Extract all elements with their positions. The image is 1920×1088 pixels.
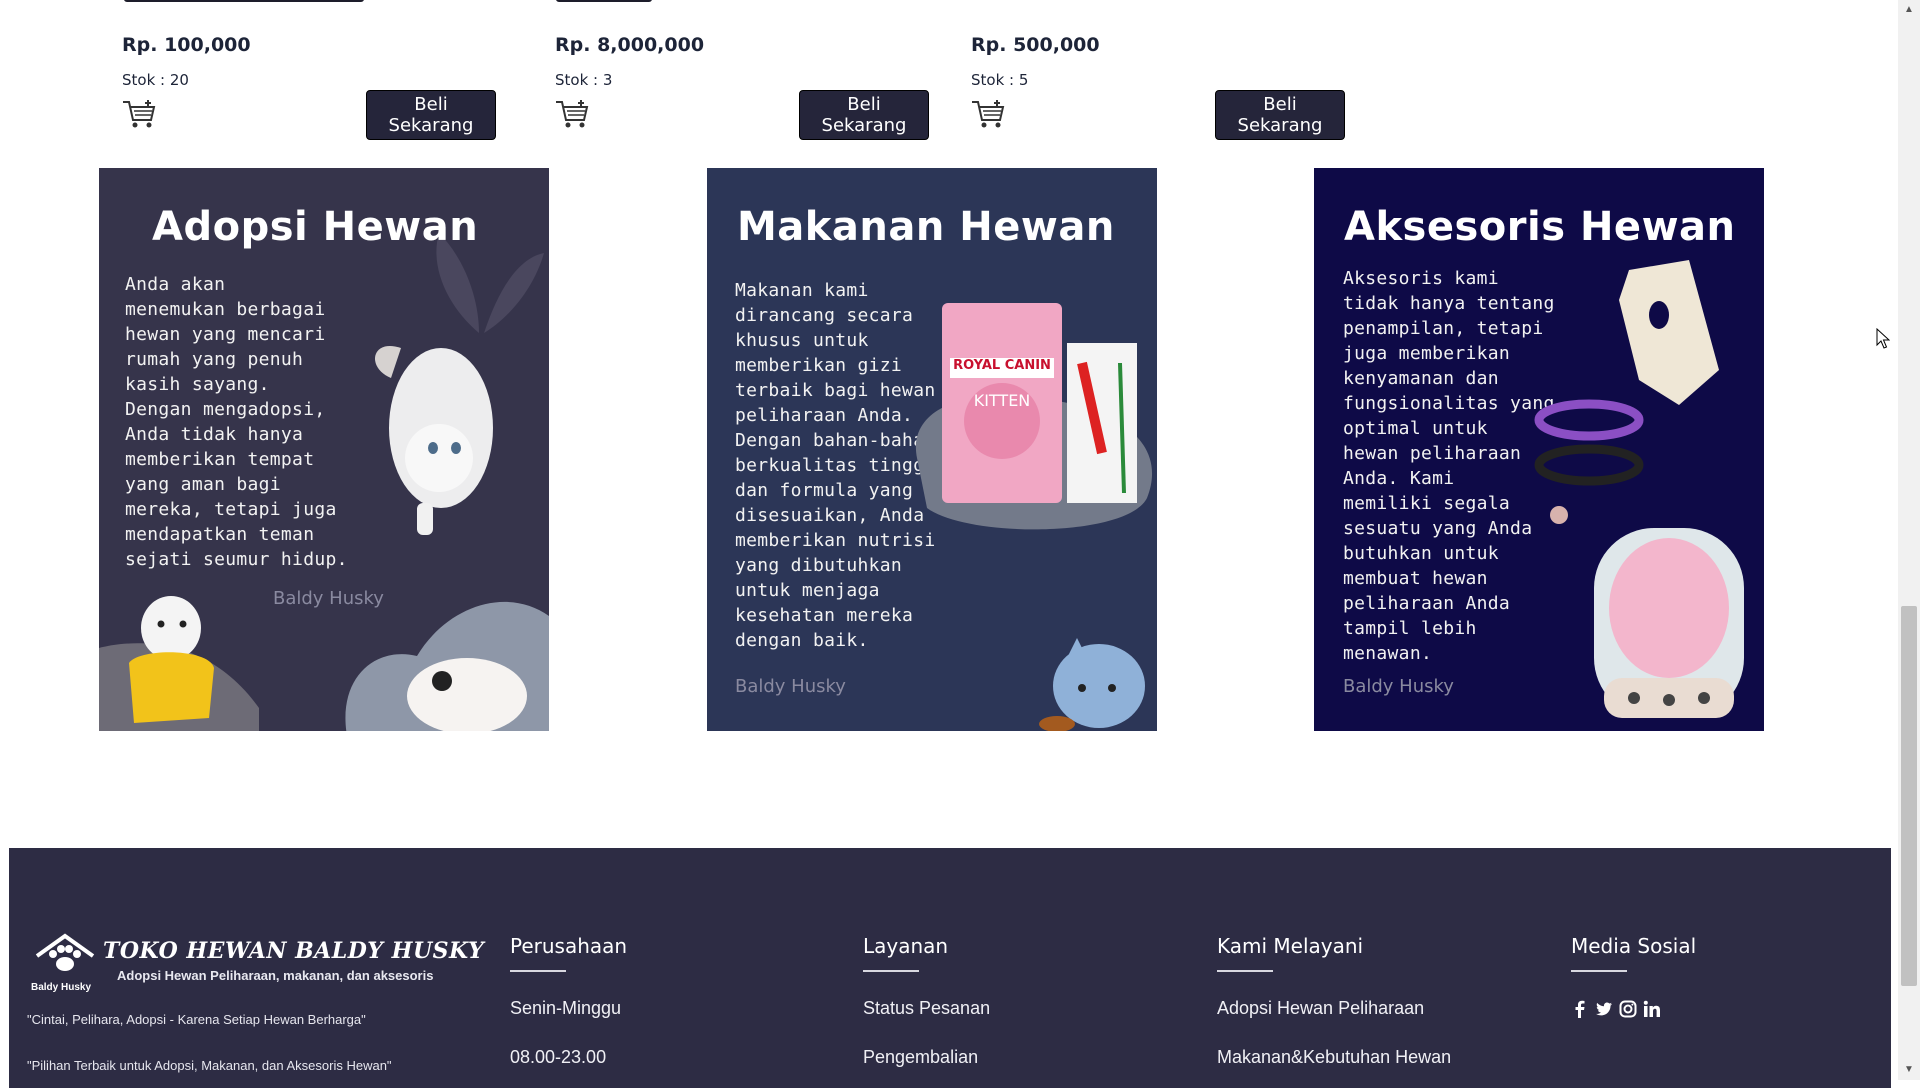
- product-stock: Stok : 20: [122, 71, 189, 89]
- footer-heading: Perusahaan: [510, 934, 628, 958]
- buy-now-button[interactable]: Beli Sekarang: [366, 90, 496, 140]
- add-to-cart-icon[interactable]: [121, 98, 157, 130]
- product-price: Rp. 100,000: [122, 34, 251, 56]
- banner-makanan-hewan: Makanan Hewan Makanan kami dirancang sec…: [707, 168, 1157, 731]
- scroll-up-arrow-icon[interactable]: ▲: [1903, 4, 1915, 16]
- heading-underline: [863, 970, 919, 972]
- pack-brand: ROYAL CANIN: [953, 358, 1051, 373]
- banner-aksesoris-hewan: Aksesoris Hewan Aksesoris kami tidak han…: [1314, 168, 1764, 731]
- product-stock: Stok : 3: [555, 71, 613, 89]
- footer-link-makanan[interactable]: Makanan&Kebutuhan Hewan: [1217, 1047, 1451, 1068]
- cat-image: [374, 345, 493, 535]
- instagram-icon[interactable]: [1619, 1000, 1637, 1018]
- footer-link-adopsi[interactable]: Adopsi Hewan Peliharaan: [1217, 998, 1424, 1019]
- watermark: Baldy Husky: [735, 676, 846, 697]
- footer-link-status-pesanan[interactable]: Status Pesanan: [863, 998, 990, 1019]
- pet-backpack-image: [1594, 528, 1744, 718]
- social-icons: [1571, 1000, 1661, 1018]
- add-to-cart-icon[interactable]: [554, 98, 590, 130]
- pack-label: KITTEN: [973, 391, 1031, 410]
- footer-col-layanan: Layanan Status Pesanan Pengembalian: [863, 934, 990, 1067]
- footer-heading: Kami Melayani: [1217, 934, 1364, 958]
- banner-title: Aksesoris Hewan: [1344, 204, 1736, 250]
- product-price: Rp. 8,000,000: [555, 34, 705, 56]
- heading-underline: [1571, 970, 1627, 972]
- banner-adopsi-hewan: Adopsi Hewan Anda akan menemukan berbaga…: [99, 168, 549, 731]
- facebook-icon[interactable]: [1571, 1000, 1589, 1018]
- jacket-image: [1619, 260, 1719, 405]
- footer-col-perusahaan: Perusahaan Senin-Minggu 08.00-23.00: [510, 934, 628, 1067]
- mouse-cursor-icon: [1876, 328, 1890, 349]
- footer-link-pengembalian[interactable]: Pengembalian: [863, 1047, 978, 1068]
- footer-heading: Layanan: [863, 934, 949, 958]
- twitter-icon[interactable]: [1595, 1000, 1613, 1018]
- dog-image: [99, 596, 259, 731]
- vertical-scrollbar[interactable]: ▲ ▼: [1898, 0, 1920, 1080]
- product-stock: Stok : 5: [971, 71, 1029, 89]
- add-to-cart-icon[interactable]: [970, 98, 1006, 130]
- footer-heading: Media Sosial: [1571, 934, 1697, 958]
- linkedin-icon[interactable]: [1643, 1000, 1661, 1018]
- buy-now-button[interactable]: Beli Sekarang: [799, 90, 929, 140]
- scroll-down-arrow-icon[interactable]: ▼: [1903, 1064, 1915, 1076]
- buy-now-button[interactable]: Beli Sekarang: [1215, 90, 1345, 140]
- product-title-cut-1: [124, 0, 364, 2]
- product-title-cut-2: [556, 0, 652, 2]
- scrollbar-thumb[interactable]: [1901, 606, 1917, 986]
- footer-quote-1: "Cintai, Pelihara, Adopsi - Karena Setia…: [27, 1012, 366, 1027]
- footer-hours-time: 08.00-23.00: [510, 1047, 607, 1067]
- footer-logo[interactable]: TOKO HEWAN BALDY HUSKY Adopsi Hewan Peli…: [27, 932, 484, 993]
- watermark: Baldy Husky: [1343, 676, 1454, 697]
- banner-title: Makanan Hewan: [737, 204, 1115, 250]
- logo-title: TOKO HEWAN BALDY HUSKY: [103, 938, 485, 964]
- banner-text: Anda akan menemukan berbagai hewan yang …: [125, 274, 348, 570]
- site-footer: TOKO HEWAN BALDY HUSKY Adopsi Hewan Peli…: [9, 848, 1891, 1088]
- banner-title: Adopsi Hewan: [152, 204, 479, 250]
- collar-image: [1534, 399, 1644, 524]
- banner-text: Aksesoris kami tidak hanya tentang penam…: [1343, 268, 1555, 664]
- logo-subtitle: Adopsi Hewan Peliharaan, makanan, dan ak…: [117, 968, 434, 983]
- footer-col-media-sosial: Media Sosial: [1571, 934, 1697, 1018]
- cat-cartoon: [1039, 638, 1145, 731]
- footer-quote-2: "Pilihan Terbaik untuk Adopsi, Makanan, …: [27, 1058, 392, 1073]
- watermark: Baldy Husky: [273, 588, 384, 609]
- paw-logo-icon: [35, 933, 95, 971]
- product-price: Rp. 500,000: [971, 34, 1100, 56]
- footer-col-kami-melayani: Kami Melayani Adopsi Hewan Peliharaan Ma…: [1217, 934, 1451, 1067]
- heading-underline: [510, 970, 566, 972]
- footer-hours-days: Senin-Minggu: [510, 998, 622, 1018]
- logo-brand: Baldy Husky: [31, 982, 92, 993]
- heading-underline: [1217, 970, 1273, 972]
- banner-text: Makanan kami dirancang secara khusus unt…: [735, 280, 936, 651]
